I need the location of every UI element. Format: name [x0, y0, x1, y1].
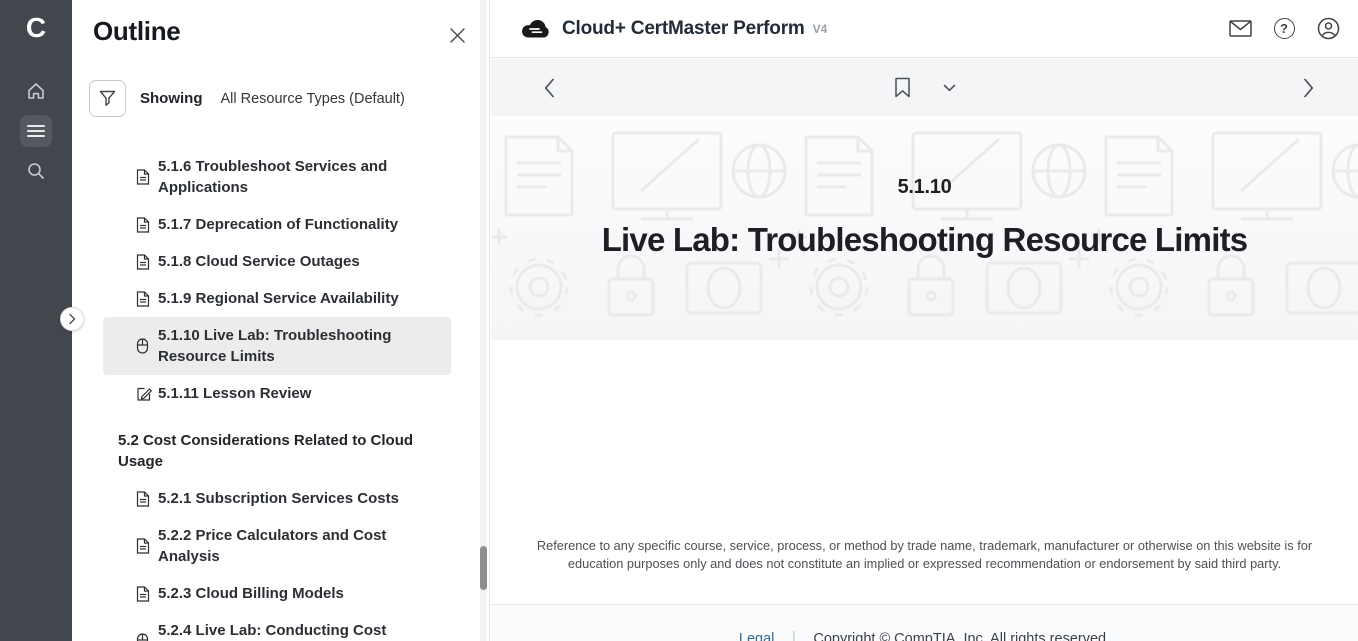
comptia-logo: C [0, 10, 72, 46]
help-icon: ? [1274, 18, 1295, 39]
lesson-number: 5.1.10 [898, 176, 952, 199]
close-outline-button[interactable] [444, 22, 470, 48]
filter-icon [99, 90, 116, 107]
document-icon [136, 169, 150, 186]
home-icon [26, 81, 46, 101]
outline-item[interactable]: 5.1.9 Regional Service Availability [103, 280, 451, 317]
disclaimer-text: Reference to any specific course, servic… [530, 537, 1320, 573]
document-icon [136, 216, 150, 233]
account-button[interactable] [1316, 17, 1340, 41]
document-icon [136, 290, 150, 307]
app-header: Cloud+ CertMaster Perform V4 ? [491, 0, 1358, 58]
chevron-right-icon [68, 313, 76, 325]
outline-scrollbar-track[interactable] [480, 0, 487, 641]
document-icon [136, 538, 150, 555]
chevron-right-icon [1303, 78, 1314, 98]
outline-list: 5.1.6 Troubleshoot Services and Applicat… [72, 148, 482, 641]
resource-filter-row: Showing All Resource Types (Default) [89, 80, 405, 117]
outline-panel-title: Outline [93, 16, 180, 47]
app-brand: Cloud+ CertMaster Perform V4 [521, 18, 827, 40]
outline-item-label: 5.1.6 Troubleshoot Services and Applicat… [158, 158, 387, 196]
outline-item-selected[interactable]: 5.1.10 Live Lab: Troubleshooting Resourc… [103, 317, 451, 375]
footer-content: Legal Copyright © CompTIA, Inc. All righ… [739, 631, 1110, 641]
lesson-heading-block: 5.1.10 Live Lab: Troubleshooting Resourc… [491, 119, 1358, 340]
header-actions: ? [1228, 17, 1340, 41]
outline-item-label: 5.1.10 Live Lab: Troubleshooting Resourc… [158, 327, 391, 365]
home-button[interactable] [20, 75, 52, 107]
outline-item[interactable]: 5.1.6 Troubleshoot Services and Applicat… [103, 148, 451, 206]
outline-item-label: 5.1.9 Regional Service Availability [158, 290, 399, 307]
document-icon [136, 490, 150, 507]
legal-link[interactable]: Legal [739, 631, 774, 641]
cloud-logo-icon [521, 18, 550, 39]
filter-current-value[interactable]: All Resource Types (Default) [221, 91, 405, 107]
outline-scrollbar-thumb[interactable] [480, 546, 487, 590]
page-footer: Legal Copyright © CompTIA, Inc. All righ… [491, 604, 1358, 641]
live-lab-mouse-icon [136, 338, 149, 355]
filter-showing-label: Showing [140, 90, 203, 107]
close-icon [449, 27, 466, 44]
next-lesson-button[interactable] [1299, 74, 1318, 102]
lesson-hero: 5.1.10 Live Lab: Troubleshooting Resourc… [491, 119, 1358, 340]
filter-button[interactable] [89, 80, 126, 117]
copyright-text: Copyright © CompTIA, Inc. All rights res… [813, 631, 1110, 641]
bookmark-button[interactable] [890, 73, 915, 102]
main-content: Cloud+ CertMaster Perform V4 ? [491, 0, 1358, 641]
mail-icon [1229, 20, 1252, 37]
help-button[interactable]: ? [1272, 17, 1296, 41]
lesson-review-edit-icon [136, 386, 152, 402]
document-icon [136, 253, 150, 270]
outline-menu-icon [27, 124, 45, 138]
app-title: Cloud+ CertMaster Perform [562, 18, 805, 40]
outline-item-label: 5.1.7 Deprecation of Functionality [158, 216, 398, 233]
search-button[interactable] [20, 155, 52, 187]
document-icon [136, 585, 150, 602]
bookmark-icon [894, 77, 911, 98]
outline-item[interactable]: 5.2.3 Cloud Billing Models [103, 575, 451, 612]
lesson-toolbar [491, 59, 1358, 116]
outline-item-label: 5.2.1 Subscription Services Costs [158, 490, 399, 507]
outline-item-label: 5.1.11 Lesson Review [158, 385, 311, 402]
outline-item-label: 5.1.8 Cloud Service Outages [158, 253, 360, 270]
account-icon [1317, 17, 1340, 40]
bookmark-menu-button[interactable] [939, 80, 960, 96]
lesson-title: Live Lab: Troubleshooting Resource Limit… [602, 221, 1248, 259]
panel-expander-button[interactable] [60, 307, 84, 331]
app-window: C Outline [0, 0, 1358, 641]
live-lab-mouse-icon [136, 633, 149, 641]
chevron-left-icon [544, 78, 555, 98]
outline-item[interactable]: 5.2.4 Live Lab: Conducting Cost Analysis [103, 612, 451, 641]
outline-section-label: 5.2 Cost Considerations Related to Cloud… [118, 432, 413, 470]
outline-panel: Outline Showing All Resource Types (Defa… [72, 0, 490, 641]
outline-item-label: 5.2.2 Price Calculators and Cost Analysi… [158, 527, 386, 565]
messages-button[interactable] [1228, 17, 1252, 41]
chevron-down-icon [943, 84, 956, 92]
outline-item[interactable]: 5.2.2 Price Calculators and Cost Analysi… [103, 517, 451, 575]
app-version-badge: V4 [813, 22, 828, 36]
outline-item-label: 5.2.4 Live Lab: Conducting Cost Analysis [158, 622, 386, 641]
outline-toggle-button[interactable] [20, 115, 52, 147]
outline-section-heading: 5.2 Cost Considerations Related to Cloud… [103, 422, 451, 480]
outline-item[interactable]: 5.2.1 Subscription Services Costs [103, 480, 451, 517]
outline-item[interactable]: 5.1.11 Lesson Review [103, 375, 451, 412]
outline-item-label: 5.2.3 Cloud Billing Models [158, 585, 344, 602]
outline-item[interactable]: 5.1.8 Cloud Service Outages [103, 243, 451, 280]
outline-item[interactable]: 5.1.7 Deprecation of Functionality [103, 206, 451, 243]
previous-lesson-button[interactable] [540, 74, 559, 102]
bookmark-controls [890, 73, 960, 102]
footer-divider [793, 631, 794, 641]
search-icon [26, 161, 46, 181]
